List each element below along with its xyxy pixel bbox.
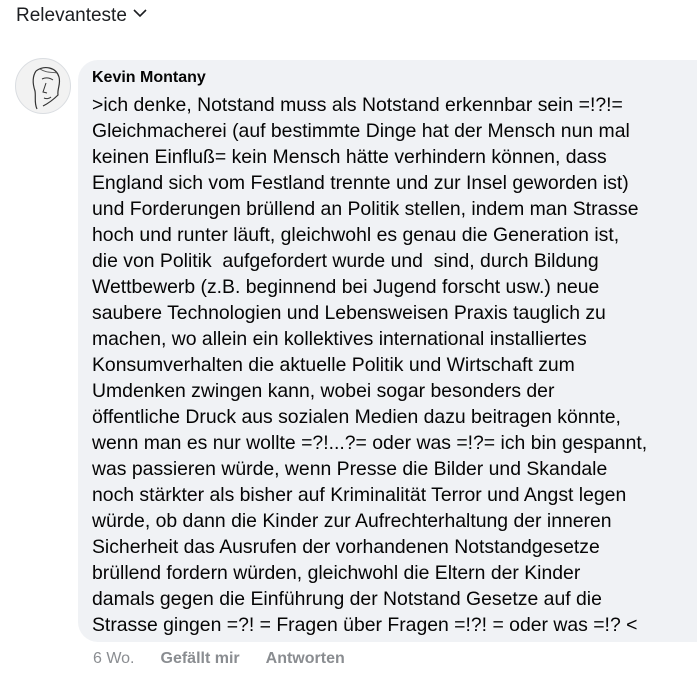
sort-label: Relevanteste xyxy=(16,5,127,26)
reply-button[interactable]: Antworten xyxy=(266,650,345,668)
comment-actions: 6 Wo. Gefällt mir Antworten xyxy=(93,650,345,668)
comment-author[interactable]: Kevin Montany xyxy=(92,69,206,87)
avatar[interactable] xyxy=(15,58,71,114)
sort-dropdown[interactable]: Relevanteste xyxy=(16,4,149,28)
comment-timestamp[interactable]: 6 Wo. xyxy=(93,650,135,668)
chevron-down-icon xyxy=(131,4,149,28)
like-button[interactable]: Gefällt mir xyxy=(161,650,240,668)
comment-text: >ich denke, Notstand muss als Notstand e… xyxy=(92,94,648,636)
sketch-face-avatar-icon xyxy=(32,67,61,110)
